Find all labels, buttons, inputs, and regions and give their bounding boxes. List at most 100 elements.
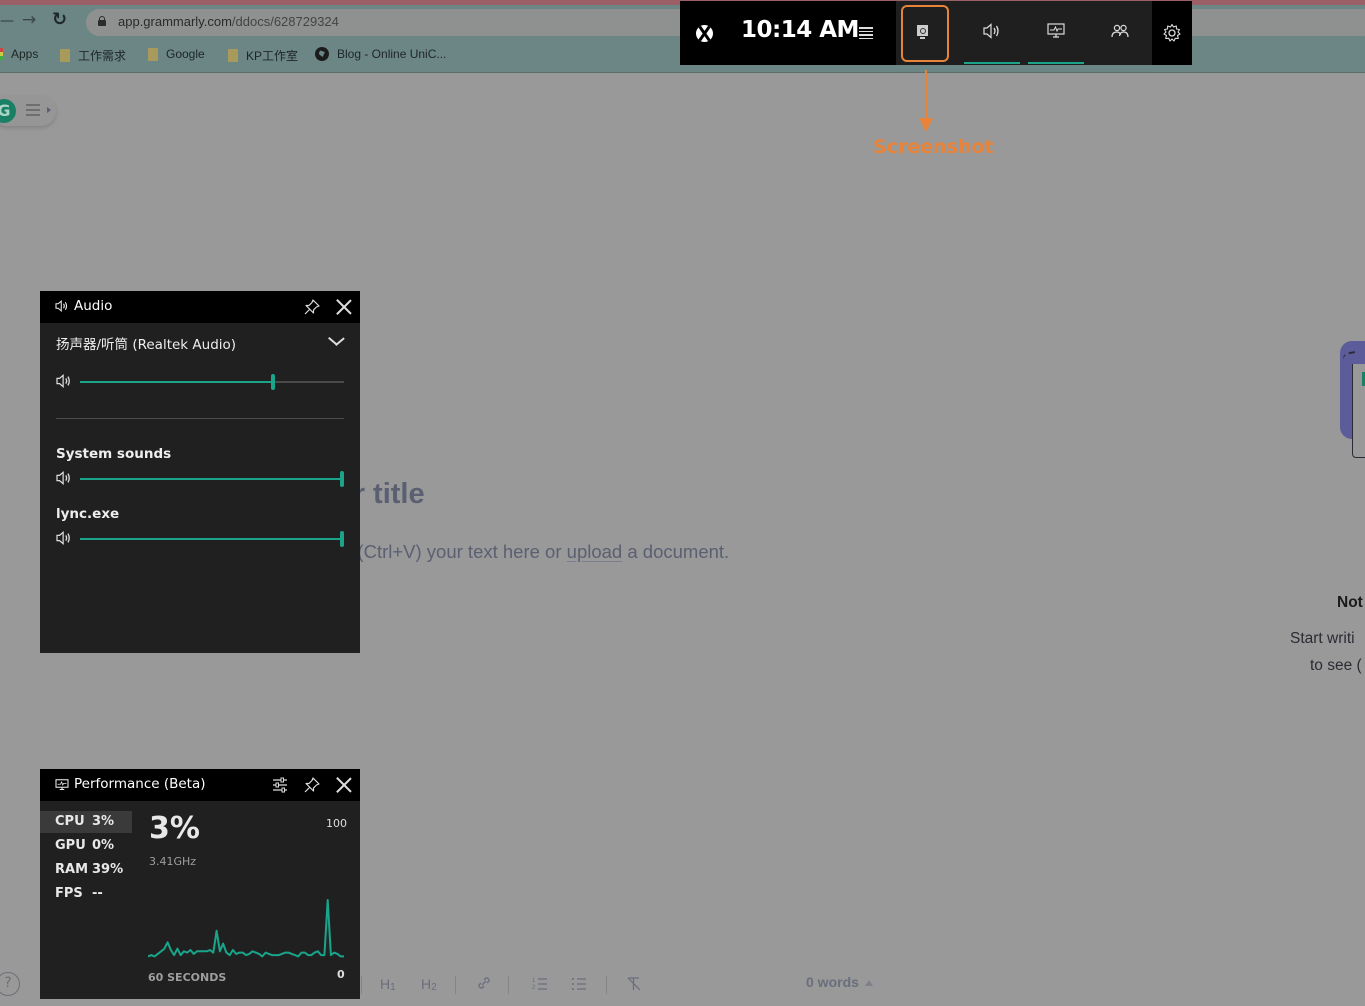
url-host: app.grammarly.com xyxy=(118,14,232,29)
word-count-label: 0 words xyxy=(806,974,859,990)
sparkle-icon xyxy=(1341,350,1359,368)
speaker-icon xyxy=(56,531,70,545)
audio-device-name[interactable]: 扬声器/听筒 (Realtek Audio) xyxy=(56,333,236,353)
active-indicator xyxy=(964,62,1020,64)
app-volume-slider[interactable] xyxy=(80,531,344,547)
bullet-list-button[interactable] xyxy=(571,976,587,995)
settings-button[interactable] xyxy=(1152,1,1192,65)
assistant-panel-text: to see ( xyxy=(1310,657,1362,674)
heading-label: H xyxy=(380,976,391,992)
metric-cpu[interactable]: CPU 3% xyxy=(40,811,132,833)
master-volume-row xyxy=(56,374,346,390)
toolbar-divider xyxy=(606,976,607,994)
options-button[interactable] xyxy=(270,775,290,795)
cpu-usage-line xyxy=(148,899,344,958)
metric-gpu[interactable]: GPU 0% xyxy=(40,835,132,857)
slider-thumb[interactable] xyxy=(271,374,275,390)
performance-icon xyxy=(55,779,69,791)
link-icon xyxy=(478,977,490,989)
help-button[interactable]: ? xyxy=(0,972,20,996)
annotation-arrow-line xyxy=(925,70,927,120)
master-volume-slider[interactable] xyxy=(80,374,344,390)
x-axis-label: 60 SECONDS xyxy=(148,971,227,984)
bookmark-link[interactable]: Blog - Online UniC... xyxy=(315,47,446,61)
clear-formatting-button[interactable] xyxy=(626,976,642,995)
app-name: System sounds xyxy=(56,446,172,462)
social-icon xyxy=(1111,24,1129,38)
caret-right-icon xyxy=(47,107,51,113)
capture-icon xyxy=(917,25,928,39)
bookmark-label: Apps xyxy=(11,47,39,61)
pin-button[interactable] xyxy=(302,297,322,317)
document-body-placeholder[interactable]: e (Ctrl+V) your text here or upload a do… xyxy=(342,541,729,563)
lock-icon xyxy=(98,16,106,26)
close-button[interactable] xyxy=(334,297,354,317)
pin-icon xyxy=(304,777,320,793)
metric-value: 39% xyxy=(92,862,124,877)
slider-fill xyxy=(80,381,273,383)
svg-text:2: 2 xyxy=(532,985,536,991)
numbered-list-button[interactable]: 12 xyxy=(532,976,548,995)
social-widget-button[interactable] xyxy=(1088,1,1152,65)
speaker-icon xyxy=(983,23,999,39)
audio-widget: Audio 扬声器/听筒 (Realtek Audio) System soun… xyxy=(40,291,360,653)
bookmark-apps[interactable]: Apps xyxy=(0,47,38,61)
capture-widget-button[interactable] xyxy=(896,1,960,65)
audio-widget-button[interactable] xyxy=(960,1,1024,65)
metric-name: GPU xyxy=(55,838,86,853)
widget-menu-icon[interactable] xyxy=(859,27,873,39)
speaker-icon xyxy=(56,374,70,388)
metric-name: FPS xyxy=(55,886,83,901)
url-text[interactable]: app.grammarly.com/ddocs/628729324 xyxy=(118,14,339,29)
close-button[interactable] xyxy=(334,775,354,795)
performance-widget-header[interactable]: Performance (Beta) xyxy=(40,769,360,801)
back-button[interactable]: — xyxy=(0,13,14,29)
bookmark-folder[interactable]: KP工作室 xyxy=(228,47,298,64)
folder-icon xyxy=(60,49,70,62)
bookmark-folder[interactable]: Google xyxy=(148,47,205,61)
grammarly-logo-icon: G xyxy=(0,99,16,123)
metric-ram[interactable]: RAM 39% xyxy=(40,859,132,881)
forward-button[interactable]: → xyxy=(22,10,36,30)
pin-button[interactable] xyxy=(302,775,322,795)
audio-widget-header[interactable]: Audio xyxy=(40,291,360,323)
grammarly-widget[interactable]: G xyxy=(0,96,56,126)
menu-icon[interactable] xyxy=(26,104,40,116)
speaker-icon xyxy=(56,471,70,485)
performance-widget-title: Performance (Beta) xyxy=(74,776,206,792)
folder-icon xyxy=(148,47,158,61)
chevron-down-icon[interactable] xyxy=(328,334,344,346)
heading-level: 2 xyxy=(431,982,437,993)
link-button[interactable] xyxy=(476,975,492,994)
heading-2-button[interactable]: H2 xyxy=(421,976,437,993)
heading-level: 1 xyxy=(390,982,396,993)
performance-widget-button[interactable] xyxy=(1024,1,1088,65)
heading-1-button[interactable]: H1 xyxy=(380,976,396,993)
sliders-icon xyxy=(273,777,287,793)
active-indicator xyxy=(1028,62,1084,64)
app-volume-row xyxy=(56,531,346,547)
app-volume-row xyxy=(56,471,346,487)
assistant-panel-text: Start writi xyxy=(1290,630,1355,647)
upload-link[interactable]: upload xyxy=(567,541,623,562)
metric-value: 0% xyxy=(92,838,115,853)
word-count-button[interactable]: 0 words xyxy=(806,974,873,990)
bullet-list-icon xyxy=(572,978,586,990)
close-icon xyxy=(336,299,352,315)
bookmark-folder[interactable]: 工作需求 xyxy=(60,47,126,64)
xbox-game-bar: 10:14 AM xyxy=(680,1,1192,65)
xbox-logo-icon[interactable] xyxy=(696,25,713,42)
slider-thumb[interactable] xyxy=(340,471,344,487)
cpu-usage-graph xyxy=(148,899,344,959)
bookmark-label: Blog - Online UniC... xyxy=(337,47,447,61)
performance-icon xyxy=(1047,23,1065,38)
url-path: /ddocs/628729324 xyxy=(231,14,339,29)
app-volume-slider[interactable] xyxy=(80,471,344,487)
speaker-icon xyxy=(55,300,68,312)
hint-text: a document. xyxy=(622,541,730,562)
reload-button[interactable]: ↻ xyxy=(52,9,67,30)
metric-name: CPU xyxy=(55,814,85,829)
numbered-list-icon: 12 xyxy=(532,978,547,991)
metric-fps[interactable]: FPS -- xyxy=(40,883,132,905)
slider-thumb[interactable] xyxy=(340,531,344,547)
